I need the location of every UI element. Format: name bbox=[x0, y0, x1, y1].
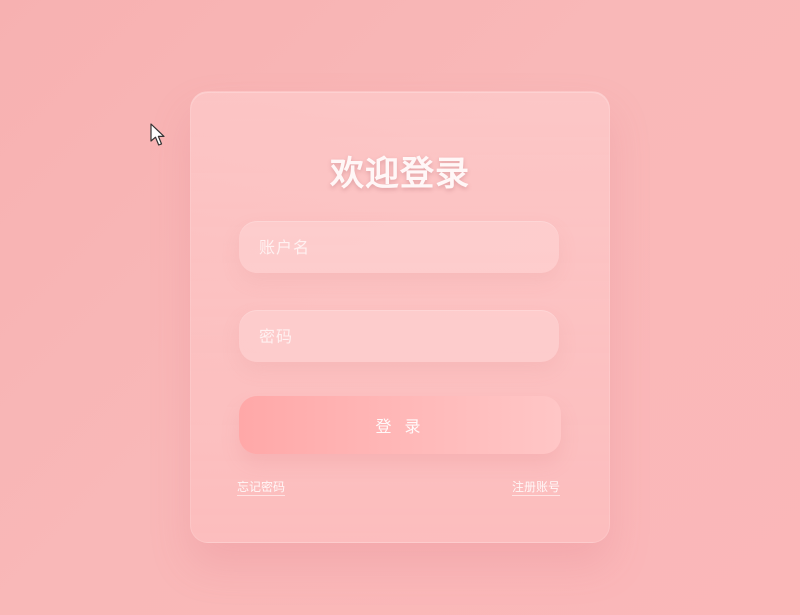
register-link[interactable]: 注册账号 bbox=[511, 480, 560, 496]
password-field-container[interactable] bbox=[239, 310, 559, 362]
username-input[interactable] bbox=[239, 221, 559, 273]
mouse-cursor-icon bbox=[150, 123, 165, 146]
forgot-password-link[interactable]: 忘记密码 bbox=[237, 480, 286, 496]
username-field-container[interactable] bbox=[239, 221, 559, 273]
login-button[interactable]: 登 录 bbox=[239, 396, 561, 454]
password-input[interactable] bbox=[239, 310, 559, 362]
login-title: 欢迎登录 bbox=[330, 154, 470, 194]
login-card: 欢迎登录 登 录 忘记密码 注册账号 bbox=[190, 91, 610, 543]
